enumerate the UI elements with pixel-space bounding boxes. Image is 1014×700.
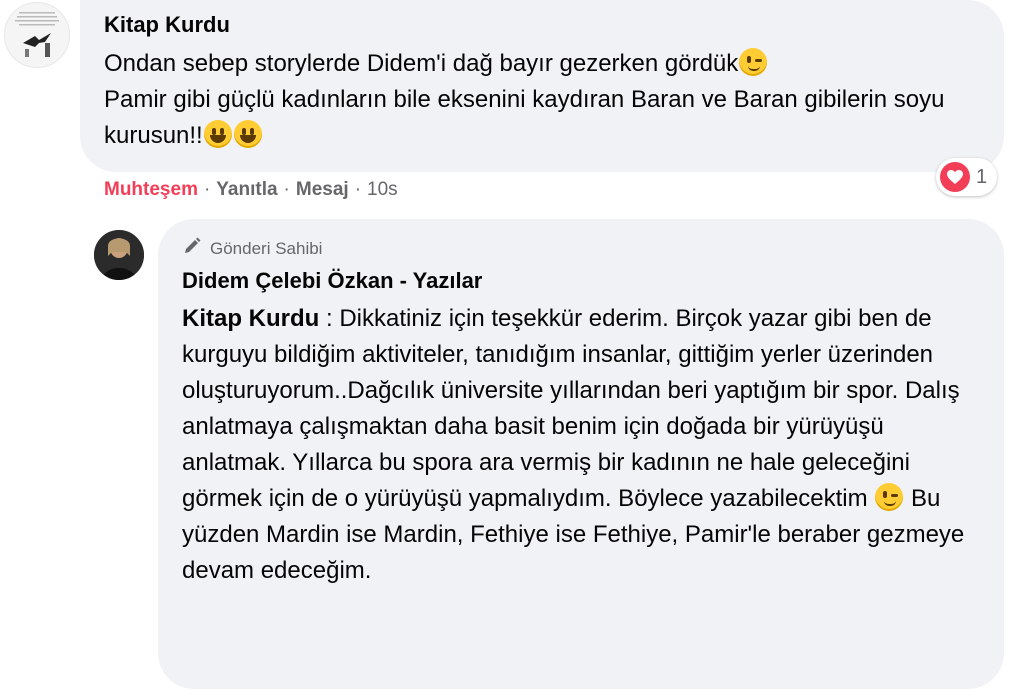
avatar[interactable] (94, 230, 144, 280)
comment-text-line1: Ondan sebep storylerde Didem'i dağ bayır… (104, 50, 739, 77)
comment-author[interactable]: Kitap Kurdu (104, 12, 230, 38)
reaction-button[interactable]: Muhteşem (104, 179, 198, 200)
separator: · (203, 179, 211, 200)
winking-face-emoji-icon (875, 483, 904, 511)
heart-icon (940, 162, 970, 192)
avatar-image (5, 3, 69, 67)
avatar-image (94, 230, 144, 280)
grinning-face-emoji-icon (203, 120, 232, 148)
message-button[interactable]: Mesaj (296, 179, 349, 200)
separator: · (354, 179, 362, 200)
separator: · (283, 179, 290, 200)
timestamp[interactable]: 10s (367, 179, 398, 200)
author-badge: Gönderi Sahibi (182, 236, 322, 261)
comment-actions: Muhteşem · Yanıtla · Mesaj · 10s (104, 179, 398, 201)
reaction-count: 1 (976, 165, 988, 188)
reaction-summary[interactable]: 1 (936, 158, 998, 196)
reply-text-part1: : Dikkatiniz için teşekkür ederim. Birço… (182, 305, 960, 512)
grinning-face-emoji-icon (233, 120, 262, 148)
reply-button[interactable]: Yanıtla (216, 179, 277, 200)
winking-face-emoji-icon (739, 48, 768, 76)
pencil-icon (182, 236, 202, 261)
avatar[interactable] (4, 2, 70, 68)
reply-text: Kitap Kurdu : Dikkatiniz için teşekkür e… (182, 301, 992, 589)
reply-author[interactable]: Didem Çelebi Özkan - Yazılar (182, 268, 482, 294)
comment-text: Ondan sebep storylerde Didem'i dağ bayır… (104, 46, 994, 154)
author-badge-label: Gönderi Sahibi (210, 238, 323, 258)
mention-link[interactable]: Kitap Kurdu (182, 305, 319, 332)
